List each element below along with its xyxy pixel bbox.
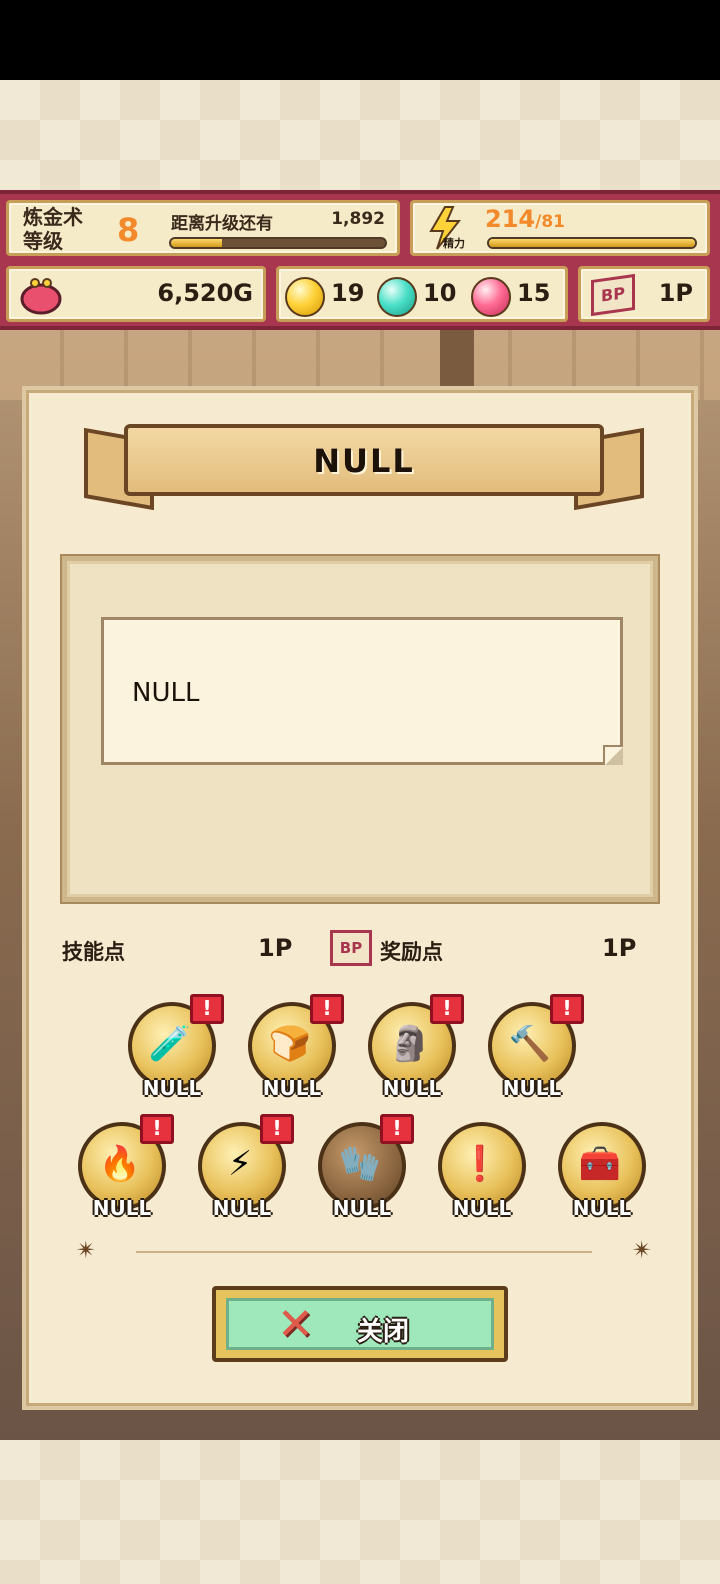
- divider-line: [136, 1251, 592, 1253]
- skill-hammer[interactable]: 🔨 ! NULL: [486, 994, 584, 1112]
- points-row: 技能点 1P BP 奖励点 1P: [62, 930, 662, 970]
- skill-label: NULL: [332, 1196, 392, 1220]
- reward-points-value: 1P: [602, 934, 637, 962]
- close-button-face: ✕ 关闭: [226, 1298, 494, 1350]
- bread-icon: 🍞: [268, 1024, 312, 1064]
- skill-points-label: 技能点: [62, 940, 125, 964]
- gold-panel[interactable]: 6,520G: [6, 266, 266, 322]
- yellow-orb-icon: [285, 277, 325, 317]
- bp-badge-icon: BP: [591, 273, 635, 317]
- close-icon: ✕: [277, 1299, 314, 1350]
- energy-max: /81: [535, 212, 565, 232]
- xp-remaining-value: 1,892: [331, 209, 385, 229]
- pink-orb-icon: [471, 277, 511, 317]
- statue-icon: 🗿: [388, 1024, 432, 1064]
- bp-value: 1P: [658, 279, 693, 307]
- treasure-chest-icon: 🧰: [578, 1144, 622, 1184]
- potion-icon: 🧪: [148, 1024, 192, 1064]
- reward-points-label: 奖励点: [380, 940, 443, 964]
- skill-label: NULL: [142, 1076, 202, 1100]
- glove-icon: 🧤: [338, 1144, 382, 1184]
- title-banner: NULL: [84, 414, 644, 511]
- skill-glove[interactable]: 🧤 ! NULL: [316, 1114, 414, 1232]
- lightning-icon: ⚡: [228, 1144, 252, 1184]
- gems-panel[interactable]: 19 10 15: [276, 266, 568, 322]
- pink-orb-count: 15: [517, 279, 551, 307]
- alchemy-level-panel[interactable]: 炼金术 等级 8 距离升级还有 1,892: [6, 200, 400, 256]
- star-ornament-icon: ✴: [631, 1236, 652, 1264]
- close-button-label: 关闭: [357, 1317, 410, 1347]
- dialog-title: NULL: [313, 442, 415, 480]
- energy-value: 214/81: [485, 205, 565, 233]
- skill-fire[interactable]: 🔥 ! NULL: [76, 1114, 174, 1232]
- bonus-points-panel[interactable]: BP 1P: [578, 266, 710, 322]
- skill-label: NULL: [502, 1076, 562, 1100]
- xp-progress-fill: [171, 239, 223, 247]
- skill-statue[interactable]: 🗿 ! NULL: [366, 994, 464, 1112]
- skill-label: NULL: [92, 1196, 152, 1220]
- lightning-icon: 精力: [429, 206, 465, 250]
- skill-label: NULL: [572, 1196, 632, 1220]
- next-level-label: 距离升级还有: [171, 214, 273, 234]
- cyan-orb-count: 10: [423, 279, 457, 307]
- resource-hud: 炼金术 等级 8 距离升级还有 1,892 精力 214/81 6,520G 1…: [0, 190, 720, 330]
- gold-value: 6,520G: [157, 279, 253, 307]
- skill-label: NULL: [262, 1076, 322, 1100]
- scene-post: [440, 330, 474, 390]
- skill-label: NULL: [452, 1196, 512, 1220]
- skill-lightning[interactable]: ⚡ ! NULL: [196, 1114, 294, 1232]
- alert-badge: !: [550, 994, 584, 1024]
- hammer-icon: 🔨: [508, 1024, 552, 1064]
- yellow-orb-count: 19: [331, 279, 365, 307]
- alert-badge: !: [140, 1114, 174, 1144]
- exclamation-icon: ❗: [458, 1144, 502, 1184]
- energy-label: 精力: [443, 236, 465, 250]
- energy-current: 214: [485, 205, 536, 233]
- alert-badge: !: [310, 994, 344, 1024]
- skill-potion[interactable]: 🧪 ! NULL: [126, 994, 224, 1112]
- energy-progress-fill: [489, 239, 695, 247]
- alert-badge: !: [190, 994, 224, 1024]
- skill-bread[interactable]: 🍞 ! NULL: [246, 994, 344, 1112]
- alert-badge: !: [380, 1114, 414, 1144]
- alchemy-level-value: 8: [117, 211, 140, 249]
- star-ornament-icon: ✴: [76, 1236, 97, 1264]
- skill-label: NULL: [382, 1076, 442, 1100]
- status-bar: [0, 0, 720, 80]
- reward-bp-icon: BP: [330, 930, 372, 966]
- alchemy-level-label: 炼金术 等级: [23, 205, 83, 253]
- description-text: NULL: [132, 678, 200, 708]
- fire-icon: 🔥: [98, 1144, 142, 1184]
- skill-treasure[interactable]: 🧰 NULL: [556, 1122, 648, 1232]
- alert-badge: !: [430, 994, 464, 1024]
- description-frame: NULL: [62, 556, 658, 902]
- skill-dialog: NULL NULL 技能点 1P BP 奖励点 1P 🧪 ! NULL 🍞 ! …: [22, 386, 698, 1410]
- skill-exclamation[interactable]: ❗ NULL: [436, 1122, 528, 1232]
- close-button[interactable]: ✕ 关闭: [212, 1286, 508, 1362]
- energy-progress-bar: [487, 237, 697, 249]
- xp-progress-bar: [169, 237, 387, 249]
- cyan-orb-icon: [377, 277, 417, 317]
- ornament-divider: ✴ ✴: [76, 1236, 652, 1264]
- purse-icon: [20, 278, 62, 315]
- description-note: NULL: [101, 617, 623, 765]
- energy-panel[interactable]: 精力 214/81: [410, 200, 710, 256]
- skill-points-value: 1P: [258, 934, 293, 962]
- skill-label: NULL: [212, 1196, 272, 1220]
- alert-badge: !: [260, 1114, 294, 1144]
